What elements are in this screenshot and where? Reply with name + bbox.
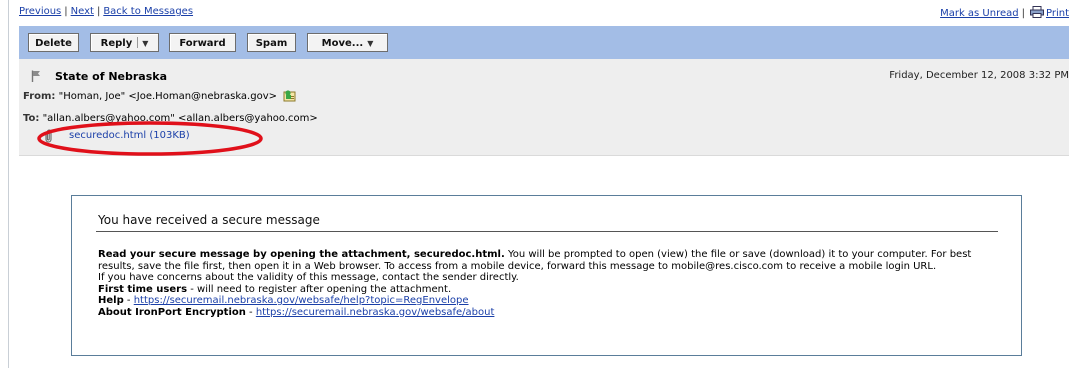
reply-button-label: Reply [100,38,133,49]
help-bold: Help [98,295,124,306]
secure-message-body: Read your secure message by opening the … [98,249,998,318]
move-button-label: Move... [321,38,364,49]
about-separator: - [245,306,256,318]
add-contact-icon[interactable] [283,89,296,102]
nav-separator: | [1021,8,1025,19]
delete-button-label: Delete [35,38,72,49]
forward-button[interactable]: Forward [169,33,236,52]
lead-bold: Read your secure message by opening the … [98,249,505,260]
first-time-text: - will need to register after opening th… [187,283,452,295]
previous-link[interactable]: Previous [19,6,61,17]
help-separator: - [123,295,134,306]
printer-icon[interactable] [1029,6,1044,18]
from-value: "Homan, Joe" <Joe.Homan@nebraska.gov> [58,91,278,102]
top-navigation: Previous | Next | Back to Messages Mark as U… [19,6,1069,20]
to-label: To: [23,113,40,124]
nav-separator: | [96,6,101,17]
attachment-link[interactable]: securedoc.html (103KB) [69,130,190,141]
from-row: From: "Homan, Joe" <Joe.Homan@nebraska.g… [23,89,296,102]
delete-button[interactable]: Delete [28,33,79,52]
message-date: Friday, December 12, 2008 3:32 PM [889,70,1069,81]
to-row: To: "allan.albers@yahoo.com" <allan.albe… [23,113,318,124]
message-toolbar: Delete Reply ▼ Forward Spam Move... ▼ [19,26,1069,59]
about-link[interactable]: https://securemail.nebraska.gov/websafe/… [256,307,495,318]
chevron-down-icon[interactable]: ▼ [367,34,373,53]
print-link[interactable]: Print [1046,8,1069,19]
to-value: "allan.albers@yahoo.com" <allan.albers@y… [42,113,318,124]
split-divider [137,37,139,48]
message-nav: Previous | Next | Back to Messages [19,6,193,17]
about-bold: About IronPort Encryption [98,306,246,318]
from-label: From: [23,91,56,102]
nav-separator: | [64,6,68,17]
concerns-text: If you have concerns about the validity … [98,272,519,283]
secure-message-heading: You have received a secure message [98,213,320,227]
reply-button[interactable]: Reply ▼ [90,33,159,52]
message-actions: Mark as Unread | Print [940,6,1069,19]
left-pane-border [8,0,9,368]
forward-button-label: Forward [179,38,226,49]
help-row: Help - https://securemail.nebraska.gov/w… [98,295,998,307]
back-to-messages-link[interactable]: Back to Messages [103,6,193,17]
message-subject: State of Nebraska [55,70,167,83]
spam-button[interactable]: Spam [247,33,296,52]
flag-icon[interactable] [31,70,41,82]
chevron-down-icon[interactable]: ▼ [142,34,148,53]
first-time-row: First time users - will need to register… [98,284,998,296]
move-button[interactable]: Move... ▼ [307,33,388,52]
secure-message-box: You have received a secure message Read … [71,195,1022,356]
message-header: State of Nebraska Friday, December 12, 2… [19,59,1069,156]
lead-paragraph: Read your secure message by opening the … [98,249,998,272]
first-time-bold: First time users [98,283,188,295]
heading-divider [96,231,998,232]
spam-button-label: Spam [255,38,288,49]
mark-as-unread-link[interactable]: Mark as Unread [940,8,1019,19]
help-link[interactable]: https://securemail.nebraska.gov/websafe/… [134,295,469,306]
paperclip-icon [45,129,52,143]
about-row: About IronPort Encryption - https://secu… [98,307,998,319]
next-link[interactable]: Next [71,6,94,17]
